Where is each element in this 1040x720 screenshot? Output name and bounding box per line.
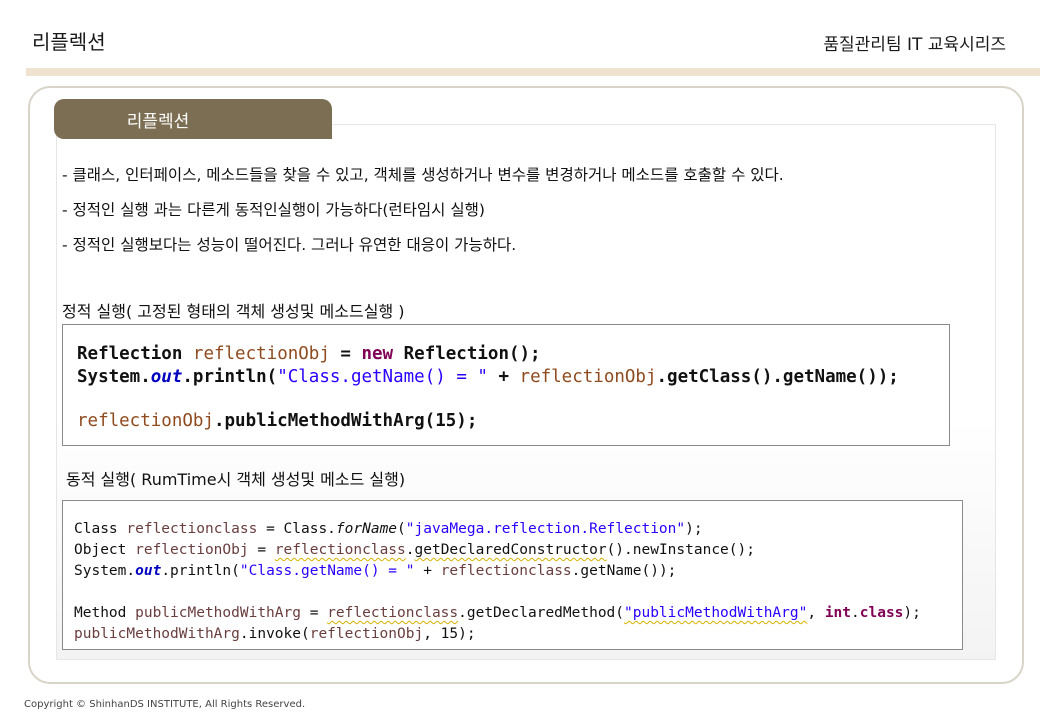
code-line: Object reflectionObj = reflectionclass.g… — [74, 542, 755, 558]
code-line: System.out.println("Class.getName() = " … — [74, 563, 677, 579]
series-title: 품질관리팀 IT 교육시리즈 — [823, 35, 1006, 55]
bullet-item: - 클래스, 인터페이스, 메소드들을 찾을 수 있고, 객체를 생성하거나 변… — [62, 166, 784, 184]
static-code-block: Reflection reflectionObj = new Reflectio… — [62, 324, 950, 446]
code-line: Class reflectionclass = Class.forName("j… — [74, 521, 703, 537]
code-line: reflectionObj.publicMethodWithArg(15); — [77, 411, 478, 431]
bullet-item: - 정적인 실행 과는 다른게 동적인실행이 가능하다(런타임시 실행) — [62, 201, 485, 219]
code-line: Reflection reflectionObj = new Reflectio… — [77, 344, 541, 364]
code-line: System.out.println("Class.getName() = " … — [77, 367, 899, 387]
code-line: Method publicMethodWithArg = reflectionc… — [74, 605, 921, 621]
copyright-text: Copyright © ShinhanDS INSTITUTE, All Rig… — [24, 699, 306, 710]
static-section-title: 정적 실행( 고정된 형태의 객체 생성및 메소드실행 ) — [62, 302, 405, 321]
code-line: publicMethodWithArg.invoke(reflectionObj… — [74, 626, 476, 642]
dynamic-code-block: Class reflectionclass = Class.forName("j… — [62, 500, 963, 650]
bullet-list: - 클래스, 인터페이스, 메소드들을 찾을 수 있고, 객체를 생성하거나 변… — [62, 165, 784, 270]
section-tab-label: 리플렉션 — [126, 111, 190, 132]
bullet-item: - 정적인 실행보다는 성능이 떨어진다. 그러나 유연한 대응이 가능하다. — [62, 236, 517, 254]
section-tab: 리플렉션 — [54, 99, 332, 139]
dynamic-section-title: 동적 실행( RumTime시 객체 생성및 메소드 실행) — [66, 470, 406, 489]
page-title: 리플렉션 — [32, 30, 106, 54]
header-divider — [26, 68, 1040, 76]
